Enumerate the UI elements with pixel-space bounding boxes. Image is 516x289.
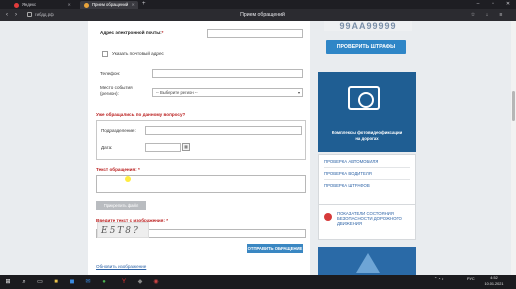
region-label: Место события (регион):	[100, 85, 133, 96]
mail-icon[interactable]: ✉	[83, 277, 93, 287]
stats-link[interactable]: ПОКАЗАТЕЛИ СОСТОЯНИЯ БЕЗОПАСНОСТИ ДОРОЖН…	[337, 211, 413, 227]
chevron-down-icon: ▾	[297, 90, 300, 95]
tab-label: Яндекс	[22, 2, 37, 7]
tab-appeals[interactable]: Прием обращений ✕	[80, 1, 138, 9]
scrollbar-thumb[interactable]	[512, 91, 515, 121]
phone-field[interactable]	[152, 69, 303, 78]
close-window-icon[interactable]: ✕	[502, 0, 514, 9]
gibdd-icon	[84, 2, 89, 8]
lock-icon	[27, 12, 32, 17]
license-plate-image: 99АА99999	[324, 21, 412, 31]
divider	[324, 167, 410, 168]
road-icon	[356, 253, 380, 273]
safety-stats-panel[interactable]: ПОКАЗАТЕЛИ СОСТОЯНИЯ БЕЗОПАСНОСТИ ДОРОЖН…	[318, 204, 416, 240]
page-title: Прием обращений	[240, 12, 285, 18]
stats-icon	[324, 213, 332, 221]
photo-radar-banner[interactable]: Комплексы фотовидеофиксации на дорогах	[318, 72, 416, 152]
close-tab-icon[interactable]: ✕	[67, 1, 71, 9]
divider	[324, 179, 410, 180]
file-explorer-icon[interactable]: ■	[51, 277, 61, 287]
tab-yandex[interactable]: Яндекс ✕	[14, 1, 74, 9]
app-icon[interactable]: ◉	[151, 277, 161, 287]
page-scrollbar[interactable]	[511, 21, 516, 275]
yandex-browser-icon[interactable]: Y	[119, 277, 129, 287]
clock[interactable]: 4:52 10.01.2021	[480, 276, 508, 287]
submit-button[interactable]: ОТПРАВИТЬ ОБРАЩЕНИЕ	[247, 244, 303, 253]
promo-banner[interactable]	[318, 247, 416, 275]
banner-text: Комплексы фотовидеофиксации на дорогах	[331, 130, 403, 141]
new-tab-button[interactable]: +	[142, 1, 146, 8]
postal-address-label: Указать почтовый адрес	[112, 51, 164, 56]
bookmark-icon[interactable]: ☆	[470, 12, 476, 18]
menu-icon[interactable]: ≡	[498, 12, 504, 18]
search-icon[interactable]: ⌕	[19, 277, 29, 287]
app-icon[interactable]: ●	[99, 277, 109, 287]
link-check-car[interactable]: ПРОВЕРКА АВТОМОБИЛЯ	[324, 159, 378, 164]
windows-start-icon[interactable]: ⊞	[3, 277, 13, 287]
sidebar: 99АА99999 ПРОВЕРИТЬ ШТРАФЫ Комплексы фот…	[314, 21, 420, 275]
tray-icons[interactable]: ⌃ ◔ ♪	[434, 277, 443, 282]
download-icon[interactable]: ↓	[484, 12, 490, 18]
minimize-icon[interactable]: –	[472, 0, 484, 9]
language-indicator[interactable]: РУС	[467, 277, 475, 282]
address-bar: ‹ › гибдд.рф Прием обращений ☆ ↓ ≡	[0, 9, 516, 21]
unit-label: Подразделение:	[101, 128, 136, 133]
captcha-image: Е5Т8?	[97, 222, 149, 238]
calendar-icon[interactable]: ▦	[182, 143, 190, 151]
link-check-driver[interactable]: ПРОВЕРКА ВОДИТЕЛЯ	[324, 171, 372, 176]
email-field[interactable]	[207, 29, 303, 38]
email-label: Адрес электронной почты:*	[100, 30, 164, 35]
page-body: Адрес электронной почты:* Указать почтов…	[0, 21, 516, 275]
phone-label: Телефон:	[100, 71, 121, 76]
date-label: Дата:	[101, 145, 113, 150]
message-label: Текст обращения: *	[96, 167, 140, 172]
region-select[interactable]: -- Выберите регион -- ▾	[152, 88, 303, 97]
refresh-captcha-link[interactable]: Обновить изображение	[96, 264, 146, 269]
taskbar: ⊞ ⌕ ▭ ■ ◼ ✉ ● Y ◆ ◉ ⌃ ◔ ♪ РУС 4:52 10.01…	[0, 275, 516, 289]
back-icon[interactable]: ‹	[3, 10, 11, 20]
yandex-icon	[14, 2, 19, 8]
browser-tab-bar: Яндекс ✕ Прием обращений ✕ + – ▫ ✕	[0, 0, 516, 9]
camera-icon	[348, 86, 380, 110]
unit-field[interactable]	[145, 126, 302, 135]
app-icon[interactable]: ◆	[135, 277, 145, 287]
attach-file-button[interactable]: Прикрепить файл	[96, 201, 146, 210]
prior-question-heading: Уже обращались по данному вопросу?	[96, 112, 186, 117]
forward-icon[interactable]: ›	[12, 10, 20, 20]
maximize-icon[interactable]: ▫	[487, 0, 499, 9]
tab-label: Прием обращений	[92, 2, 129, 7]
postal-address-checkbox[interactable]	[102, 51, 108, 57]
date-field[interactable]	[145, 143, 181, 152]
task-view-icon[interactable]: ▭	[35, 277, 45, 287]
close-tab-icon[interactable]: ✕	[131, 1, 135, 9]
mouse-cursor	[125, 176, 131, 182]
check-fines-button[interactable]: ПРОВЕРИТЬ ШТРАФЫ	[326, 40, 406, 54]
link-check-fines[interactable]: ПРОВЕРКА ШТРАФОВ	[324, 183, 370, 188]
region-select-value: -- Выберите регион --	[156, 90, 198, 95]
clock-date: 10.01.2021	[484, 281, 504, 286]
url-field[interactable]: гибдд.рф	[35, 9, 54, 21]
store-icon[interactable]: ◼	[67, 277, 77, 287]
